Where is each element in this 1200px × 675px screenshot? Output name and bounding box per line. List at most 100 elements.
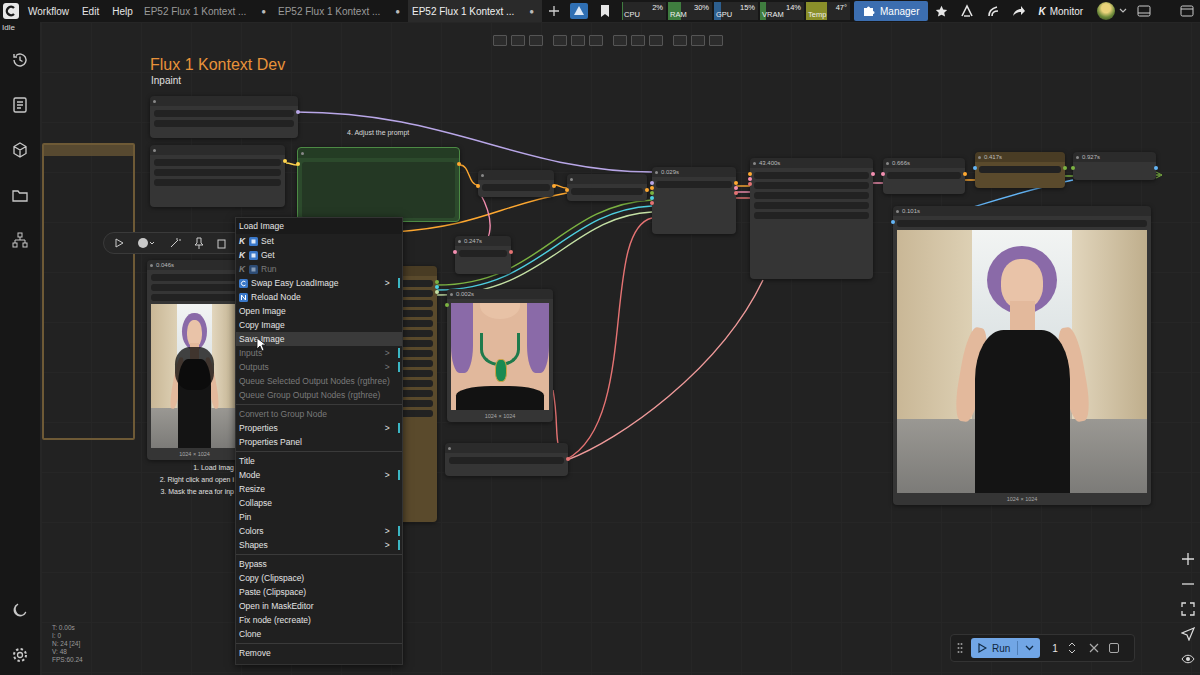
node-header[interactable] [445, 443, 568, 453]
graph-node[interactable]: 0.046s1024 × 1024 [147, 260, 242, 460]
new-tab-button[interactable] [542, 0, 566, 22]
node-header[interactable]: 0.046s [147, 260, 242, 270]
context-menu-item[interactable]: Queue Group Output Nodes (rgthree) [236, 388, 402, 402]
pointer-icon[interactable] [1181, 627, 1195, 641]
prompt-textarea[interactable] [302, 162, 455, 218]
stepper-icon[interactable] [1068, 641, 1076, 655]
history-icon[interactable] [11, 51, 29, 69]
monitor-button[interactable]: KMonitor [1032, 1, 1089, 21]
context-menu-item[interactable]: Paste (Clipspace) [236, 585, 402, 599]
context-menu-item[interactable]: KSet [236, 234, 402, 248]
share-icon[interactable] [1006, 0, 1032, 22]
context-menu-item[interactable]: Outputs> [236, 360, 402, 374]
node-header[interactable] [567, 174, 647, 184]
user-avatar-icon[interactable] [1097, 2, 1115, 20]
node-widget[interactable] [754, 212, 869, 219]
chevron-down-icon[interactable] [1025, 645, 1034, 651]
play-icon[interactable] [113, 237, 125, 249]
graph-node[interactable]: 0.247s [455, 236, 511, 274]
context-menu-item[interactable]: Copy Image [236, 318, 402, 332]
input-port[interactable] [748, 172, 752, 176]
align-icon[interactable] [613, 35, 627, 46]
context-menu-item[interactable]: Shapes> [236, 538, 402, 552]
node-widget[interactable] [154, 169, 281, 176]
node-tree-icon[interactable] [11, 231, 29, 249]
input-port[interactable] [973, 166, 977, 170]
context-menu-item[interactable]: Swap Easy LoadImage> [236, 276, 402, 290]
graph-node[interactable] [297, 147, 460, 222]
align-icon[interactable] [493, 35, 507, 46]
node-widget[interactable] [399, 370, 433, 377]
output-port[interactable] [435, 285, 439, 289]
graph-node[interactable] [478, 170, 554, 197]
document-icon[interactable] [11, 96, 29, 114]
output-port[interactable] [509, 250, 513, 254]
context-menu-item[interactable]: Collapse [236, 496, 402, 510]
align-icon[interactable] [529, 35, 543, 46]
panel-icon[interactable] [1131, 0, 1157, 22]
node-widget[interactable] [151, 274, 238, 281]
node-header[interactable]: 0.247s [455, 236, 511, 246]
output-port[interactable] [734, 186, 738, 190]
node-widget[interactable] [151, 294, 238, 301]
input-port[interactable] [748, 177, 752, 181]
graph-node[interactable]: 43.400s [750, 158, 873, 279]
comfy-logo-icon[interactable] [0, 3, 22, 19]
node-widget[interactable] [154, 179, 281, 186]
stop-icon[interactable] [1108, 642, 1120, 654]
node-widget[interactable] [399, 350, 433, 357]
align-icon[interactable] [511, 35, 525, 46]
eye-icon[interactable] [1181, 652, 1195, 666]
node-widget[interactable] [154, 159, 281, 166]
input-port[interactable] [650, 191, 654, 195]
input-port[interactable] [891, 220, 895, 224]
node-header[interactable] [298, 148, 459, 158]
layout-icon[interactable] [1174, 0, 1200, 22]
align-icon[interactable] [571, 35, 585, 46]
align-icon[interactable] [649, 35, 663, 46]
output-port[interactable] [734, 181, 738, 185]
fork-icon[interactable] [980, 0, 1006, 22]
align-icon[interactable] [631, 35, 645, 46]
node-widget[interactable] [399, 280, 433, 287]
context-menu-item[interactable]: Reload Node [236, 290, 402, 304]
graph-node[interactable] [445, 443, 568, 476]
color-picker-icon[interactable] [137, 237, 157, 249]
input-port[interactable] [453, 250, 457, 254]
node-widget[interactable] [754, 202, 869, 209]
node-widget[interactable] [754, 182, 869, 189]
menu-item[interactable]: Help [112, 6, 133, 17]
graph-node[interactable] [150, 96, 298, 138]
context-menu-item[interactable]: Remove [236, 646, 402, 660]
node-widget[interactable] [399, 330, 433, 337]
node-header[interactable] [478, 170, 554, 180]
node-widget[interactable] [459, 250, 507, 257]
node-widget[interactable] [154, 110, 294, 117]
node-widget[interactable] [399, 380, 433, 387]
pin-icon[interactable] [193, 237, 205, 249]
node-header[interactable]: 43.400s [750, 158, 873, 168]
input-port[interactable] [565, 188, 569, 192]
zoom-out-icon[interactable] [1181, 577, 1195, 591]
output-port[interactable] [435, 280, 439, 284]
input-port[interactable] [650, 186, 654, 190]
node-widget[interactable] [399, 310, 433, 317]
graph-node[interactable] [150, 145, 285, 207]
input-port[interactable] [476, 184, 480, 188]
graph-canvas[interactable]: Flux 1 Kontext DevInpaint4. Adjust the p… [41, 22, 1200, 675]
drag-handle-icon[interactable] [957, 641, 963, 655]
cube-icon[interactable] [11, 141, 29, 159]
context-menu-item[interactable]: Convert to Group Node [236, 407, 402, 421]
node-widget[interactable] [656, 181, 732, 188]
node-widget[interactable] [571, 188, 643, 195]
output-port[interactable] [457, 162, 461, 166]
input-port[interactable] [650, 181, 654, 185]
node-widget[interactable] [754, 172, 869, 179]
batch-count-input[interactable]: 1 [1048, 638, 1080, 658]
input-port[interactable] [296, 162, 300, 166]
compare-icon[interactable] [954, 0, 980, 22]
node-header[interactable]: 0.101s [893, 206, 1151, 216]
context-menu-item[interactable]: Bypass [236, 557, 402, 571]
input-port[interactable] [881, 172, 885, 176]
folder-icon[interactable] [11, 186, 29, 204]
